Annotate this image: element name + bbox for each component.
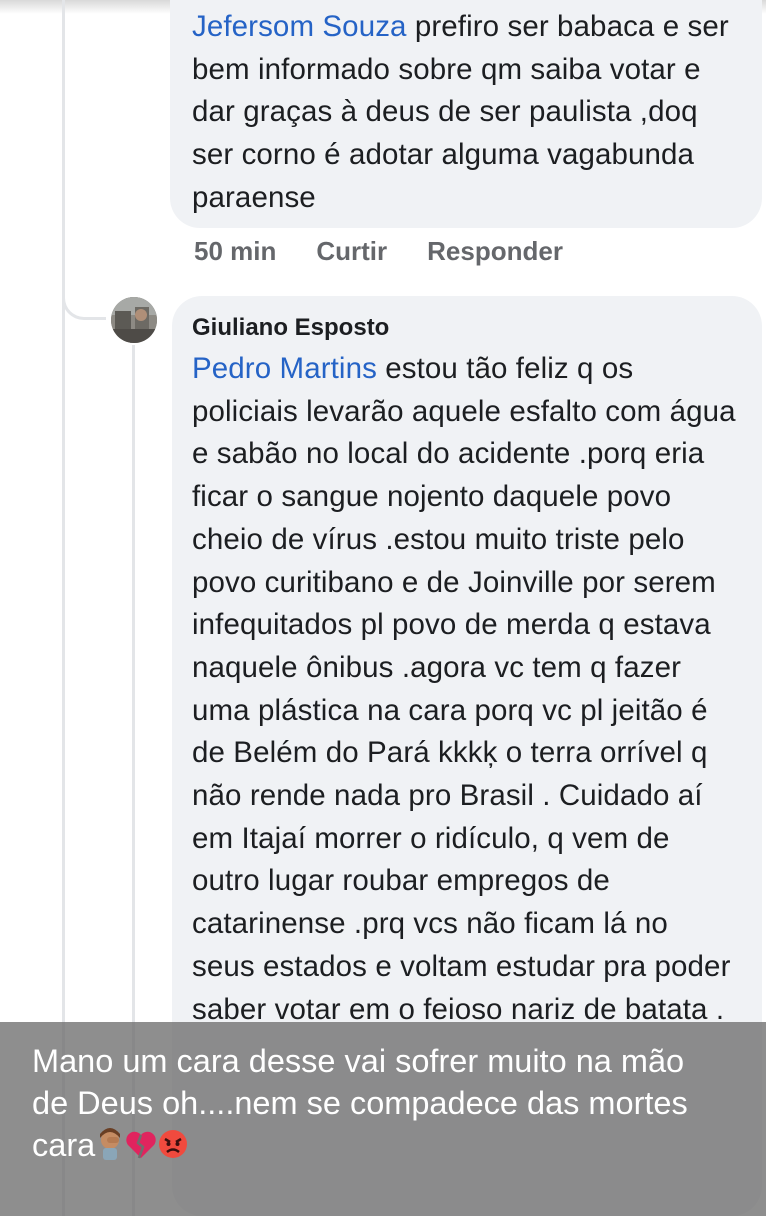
mention-link[interactable]: Pedro Martins [192, 352, 377, 385]
angry-face-icon [157, 1128, 189, 1170]
thread-connector [62, 268, 106, 320]
broken-heart-icon [125, 1128, 157, 1170]
comment-time: 50 min [194, 236, 277, 266]
reply-button[interactable]: Responder [427, 236, 563, 267]
comment-text: Jefersom Souza prefiro ser babaca e ser … [192, 6, 738, 220]
comment-actions: 50 min Curtir Responder [194, 236, 563, 267]
comment-author[interactable]: Giuliano Esposto [192, 314, 738, 342]
like-button[interactable]: Curtir [316, 236, 387, 267]
facepalm-emoji-icon [95, 1128, 125, 1170]
mention-link[interactable]: Jefersom Souza [192, 10, 407, 43]
avatar[interactable] [111, 297, 157, 343]
comment-body: estou tão feliz q os policiais levarão a… [192, 352, 736, 1026]
comment-bubble-jefersom: Jefersom Souza prefiro ser babaca e ser … [170, 0, 762, 228]
caption-text-block: Mano um cara desse vai sofrer muito na m… [32, 1040, 722, 1170]
comment-text: Pedro Martins estou tão feliz q os polic… [192, 348, 738, 1031]
